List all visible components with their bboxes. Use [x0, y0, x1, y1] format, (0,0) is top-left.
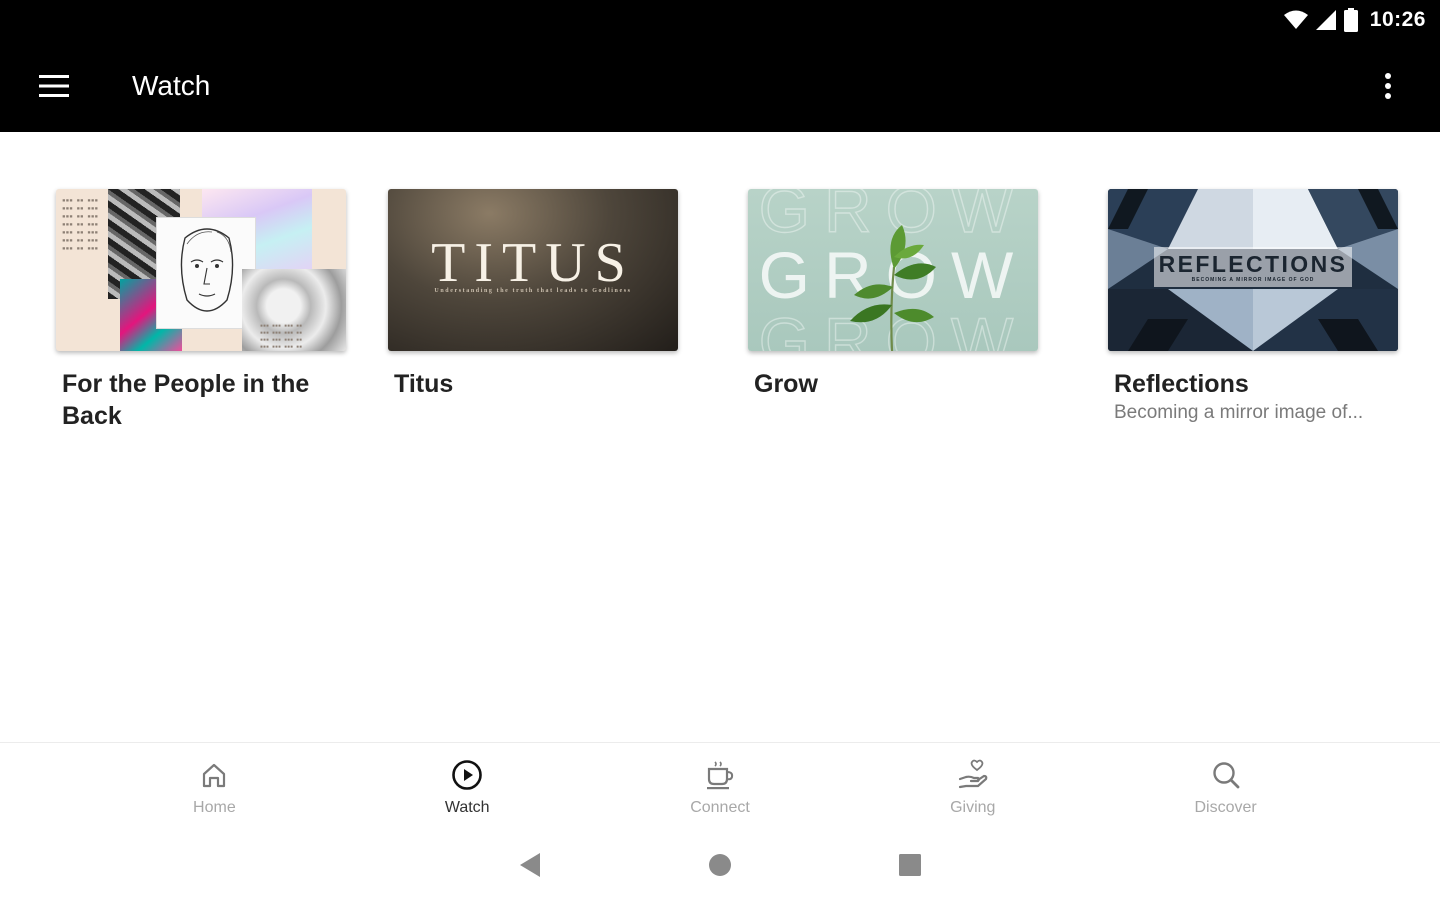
- battery-icon: [1343, 8, 1358, 32]
- wifi-icon: [1283, 10, 1308, 30]
- status-time: 10:26: [1369, 8, 1426, 31]
- series-title: Reflections: [1114, 370, 1249, 398]
- series-thumbnail: REFLECTIONS BECOMING A MIRROR IMAGE OF G…: [1108, 189, 1398, 351]
- navigation-menu-button[interactable]: [22, 54, 86, 118]
- series-card-grow[interactable]: GROW GROW GROW Grow: [748, 189, 1038, 400]
- coffee-cup-icon: [704, 759, 736, 791]
- nav-item-home[interactable]: Home: [144, 743, 284, 831]
- more-vertical-icon: [1385, 73, 1391, 99]
- series-title: Grow: [754, 370, 818, 398]
- thumbnail-art-tagline: Understanding the truth that leads to Go…: [434, 288, 632, 294]
- series-thumbnail: ▪▪▪ ▪▪ ▪▪▪ ▪▪▪ ▪▪ ▪▪▪ ▪▪▪ ▪▪ ▪▪▪ ▪▪▪ ▪▪ ▪▪▪…: [56, 189, 346, 351]
- hamburger-menu-icon: [39, 75, 69, 97]
- page-title: Watch: [132, 70, 211, 101]
- nav-item-discover[interactable]: Discover: [1156, 743, 1296, 831]
- overflow-menu-button[interactable]: [1358, 56, 1418, 116]
- series-thumbnail: TITUS Understanding the truth that leads…: [388, 189, 678, 351]
- series-grid: ▪▪▪ ▪▪ ▪▪▪ ▪▪▪ ▪▪ ▪▪▪ ▪▪▪ ▪▪ ▪▪▪ ▪▪▪ ▪▪ ▪▪▪…: [0, 132, 1440, 742]
- series-title: Titus: [394, 370, 454, 398]
- thumbnail-art-title: REFLECTIONS: [1158, 251, 1348, 277]
- nav-label: Watch: [444, 799, 490, 816]
- nav-item-connect[interactable]: Connect: [650, 743, 790, 831]
- plant-sprout-graphic: [850, 225, 936, 351]
- status-bar: 10:26: [0, 0, 1440, 40]
- series-card-titus[interactable]: TITUS Understanding the truth that leads…: [388, 189, 678, 400]
- nav-item-watch[interactable]: Watch: [397, 743, 537, 831]
- thumbnail-art-tagline: BECOMING A MIRROR IMAGE OF GOD: [1191, 277, 1315, 283]
- recents-square-icon: [899, 854, 921, 876]
- system-home-button[interactable]: [700, 845, 740, 885]
- system-recents-button[interactable]: [890, 845, 930, 885]
- series-subtitle: Becoming a mirror image of...: [1114, 402, 1364, 423]
- thumbnail-art-title: TITUS: [431, 232, 635, 294]
- home-circle-icon: [709, 854, 731, 876]
- bottom-navigation: Home Watch Connect Giving Discover: [0, 742, 1440, 830]
- series-thumbnail: GROW GROW GROW: [748, 189, 1038, 351]
- back-icon: [520, 853, 540, 877]
- home-icon: [198, 759, 230, 791]
- series-card-for-the-people-in-the-back[interactable]: ▪▪▪ ▪▪ ▪▪▪ ▪▪▪ ▪▪ ▪▪▪ ▪▪▪ ▪▪ ▪▪▪ ▪▪▪ ▪▪ ▪▪▪…: [56, 189, 346, 432]
- giving-hand-icon: [957, 759, 989, 791]
- system-navigation-bar: [0, 830, 1440, 900]
- nav-label: Giving: [950, 799, 996, 816]
- thumbnail-art-text-texture: ▪▪▪ ▪▪▪ ▪▪▪ ▪▪ ▪▪▪ ▪▪▪ ▪▪▪ ▪▪ ▪▪▪ ▪▪▪ ▪▪▪ …: [260, 323, 303, 350]
- screen: 10:26 Watch ▪▪▪ ▪▪ ▪▪▪ ▪▪▪ ▪▪ ▪▪▪ ▪▪▪ ▪▪ ▪…: [0, 0, 1440, 900]
- nav-item-giving[interactable]: Giving: [903, 743, 1043, 831]
- app-bar: Watch: [0, 40, 1440, 132]
- search-icon: [1210, 759, 1242, 791]
- play-circle-icon: [451, 759, 483, 791]
- nav-label: Home: [193, 799, 236, 816]
- nav-label: Discover: [1194, 799, 1257, 816]
- series-title: For the People in the Back: [62, 370, 310, 430]
- collage-face-sketch: [156, 217, 256, 329]
- nav-label: Connect: [690, 799, 750, 816]
- series-card-reflections[interactable]: REFLECTIONS BECOMING A MIRROR IMAGE OF G…: [1108, 189, 1398, 424]
- system-back-button[interactable]: [510, 845, 550, 885]
- cellular-signal-icon: [1315, 10, 1336, 30]
